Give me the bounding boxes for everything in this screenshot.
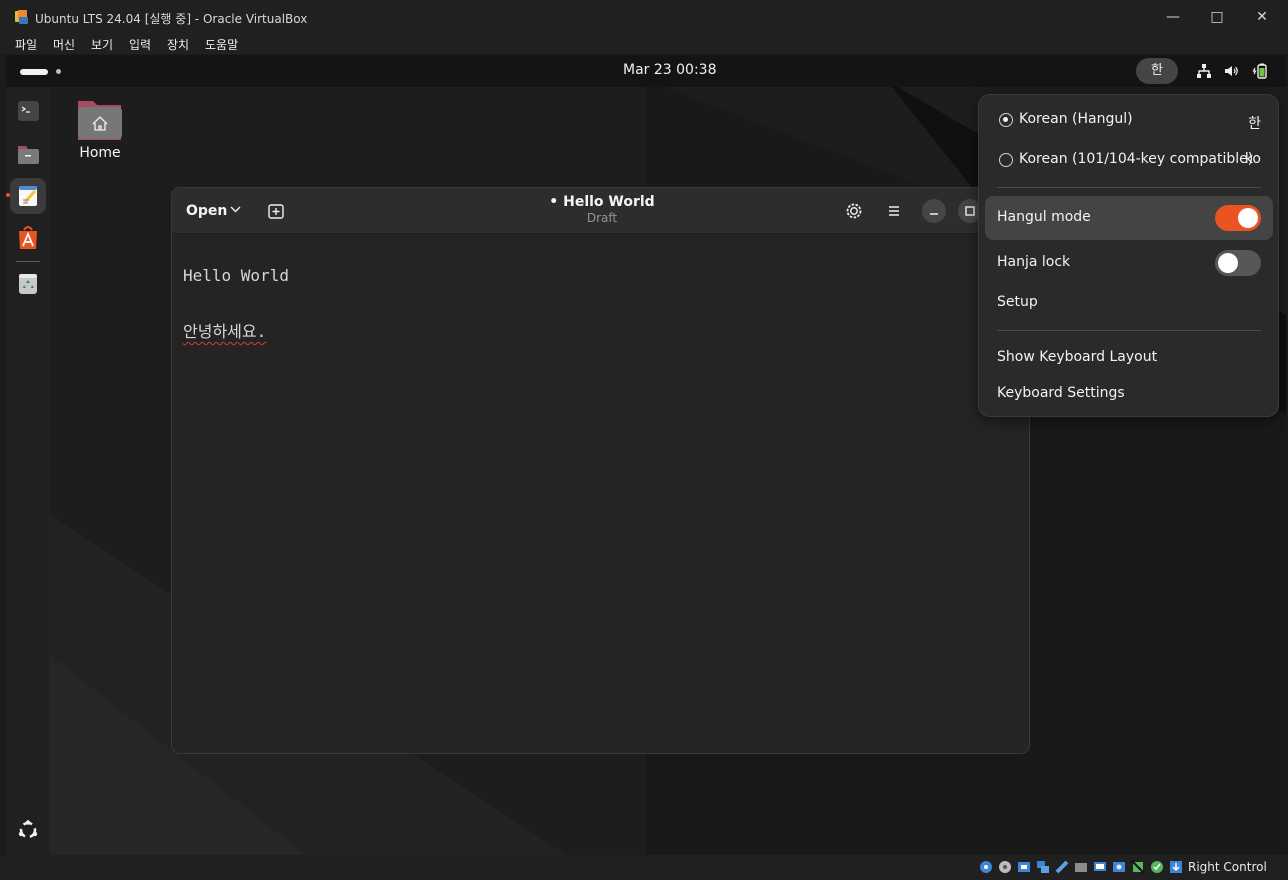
radio-korean-101-104[interactable]	[999, 153, 1013, 167]
display-status-icon[interactable]	[1092, 859, 1108, 875]
dock-text-editor[interactable]	[10, 178, 46, 214]
menu-devices[interactable]: 장치	[167, 36, 189, 53]
menu-option-korean-hangul[interactable]: Korean (Hangul)	[1019, 111, 1133, 127]
editor-minimize-button[interactable]	[922, 199, 946, 223]
minimize-window-button[interactable]: —	[1164, 8, 1182, 26]
ubuntu-dock	[6, 87, 50, 855]
minimize-icon	[930, 213, 938, 215]
keyboard-settings-item[interactable]: Keyboard Settings	[997, 385, 1125, 401]
host-status-bar: Right Control	[0, 855, 1288, 880]
optical-drive-icon[interactable]	[997, 859, 1013, 875]
open-button-label: Open	[186, 203, 228, 219]
document-title: • Hello World	[549, 194, 655, 210]
show-keyboard-layout-item[interactable]: Show Keyboard Layout	[997, 349, 1157, 365]
host-window-titlebar: Ubuntu LTS 24.04 [실행 중] - Oracle Virtual…	[0, 0, 1288, 34]
home-folder-label[interactable]: Home	[69, 145, 131, 161]
network-icon[interactable]	[1195, 62, 1213, 80]
toggle-knob	[1218, 253, 1238, 273]
audio-status-icon[interactable]	[1016, 859, 1032, 875]
input-method-indicator[interactable]: 한	[1136, 58, 1178, 84]
hangul-mode-toggle[interactable]	[1215, 205, 1261, 231]
menu-separator	[997, 330, 1261, 331]
network-status-icon[interactable]	[1035, 859, 1051, 875]
dock-trash[interactable]	[10, 266, 46, 302]
folder-icon	[18, 146, 39, 164]
hangul-mode-row[interactable]: Hangul mode	[985, 196, 1273, 240]
dock-files[interactable]	[10, 136, 46, 172]
menu-option-korean-compatible[interactable]: Korean (101/104-key compatible)	[1019, 151, 1253, 167]
hamburger-menu-icon[interactable]	[884, 201, 904, 221]
volume-icon[interactable]	[1222, 62, 1240, 80]
close-window-button[interactable]: ✕	[1253, 8, 1271, 26]
menu-view[interactable]: 보기	[91, 36, 113, 53]
menu-separator	[997, 187, 1261, 188]
vm-display: Mar 23 00:38 한 Home Open • Hello World D…	[6, 55, 1286, 855]
editor-line: Hello World	[183, 266, 289, 285]
menu-file[interactable]: 파일	[15, 36, 37, 53]
ubuntu-top-panel: Mar 23 00:38 한	[6, 55, 1286, 87]
host-key-label: Right Control	[1188, 860, 1267, 874]
trash-icon	[19, 274, 37, 294]
terminal-icon	[18, 101, 39, 121]
app-center-icon	[19, 226, 37, 249]
activities-indicator[interactable]	[20, 69, 48, 75]
document-subtitle: Draft	[586, 211, 618, 225]
settings-gear-icon[interactable]	[844, 201, 864, 221]
chevron-down-icon	[230, 206, 241, 213]
setup-menu-item[interactable]: Setup	[997, 294, 1038, 310]
virtualbox-app-icon	[15, 10, 28, 24]
menu-machine[interactable]: 머신	[53, 36, 75, 53]
storage-status-icon[interactable]	[978, 859, 994, 875]
radio-korean-hangul[interactable]	[999, 113, 1013, 127]
maximize-window-button[interactable]: □	[1208, 8, 1226, 26]
guest-additions-icon[interactable]	[1149, 859, 1165, 875]
host-menu-bar: 파일 머신 보기 입력 장치 도움말	[0, 34, 1288, 54]
editor-header-bar: Open • Hello World Draft	[172, 188, 1029, 234]
usb-status-icon[interactable]	[1054, 859, 1070, 875]
hangul-indicator: 한	[1248, 116, 1261, 132]
hanja-lock-label[interactable]: Hanja lock	[997, 254, 1070, 270]
shared-folders-icon[interactable]	[1073, 859, 1089, 875]
hanja-lock-toggle[interactable]	[1215, 250, 1261, 276]
open-button[interactable]: Open	[179, 196, 251, 226]
workspace-dot	[56, 69, 61, 74]
input-method-menu: Korean (Hangul) 한 Korean (101/104-key co…	[978, 94, 1279, 417]
clock[interactable]: Mar 23 00:38	[623, 62, 716, 78]
keyboard-capture-icon[interactable]	[1168, 859, 1184, 875]
cpu-status-icon[interactable]	[1130, 859, 1146, 875]
recording-status-icon[interactable]	[1111, 859, 1127, 875]
text-editor-icon	[19, 186, 37, 206]
menu-input[interactable]: 입력	[129, 36, 151, 53]
ko-indicator: ko	[1244, 151, 1261, 167]
show-apps-icon[interactable]	[16, 818, 40, 842]
battery-icon[interactable]	[1252, 62, 1270, 80]
dock-terminal[interactable]	[10, 93, 46, 129]
home-folder-icon[interactable]	[75, 96, 125, 142]
text-editor-window: Open • Hello World Draft Hello World 안녕하…	[171, 187, 1030, 754]
dock-app-center[interactable]	[10, 220, 46, 256]
editor-line: 안녕하세요.	[183, 322, 267, 341]
host-window-title: Ubuntu LTS 24.04 [실행 중] - Oracle Virtual…	[35, 12, 308, 26]
toggle-knob	[1238, 208, 1258, 228]
dock-separator	[16, 261, 40, 262]
new-document-icon[interactable]	[266, 201, 286, 221]
editor-text-area[interactable]: Hello World 안녕하세요.	[183, 248, 289, 360]
hangul-mode-label: Hangul mode	[997, 209, 1091, 225]
menu-help[interactable]: 도움말	[205, 36, 238, 53]
